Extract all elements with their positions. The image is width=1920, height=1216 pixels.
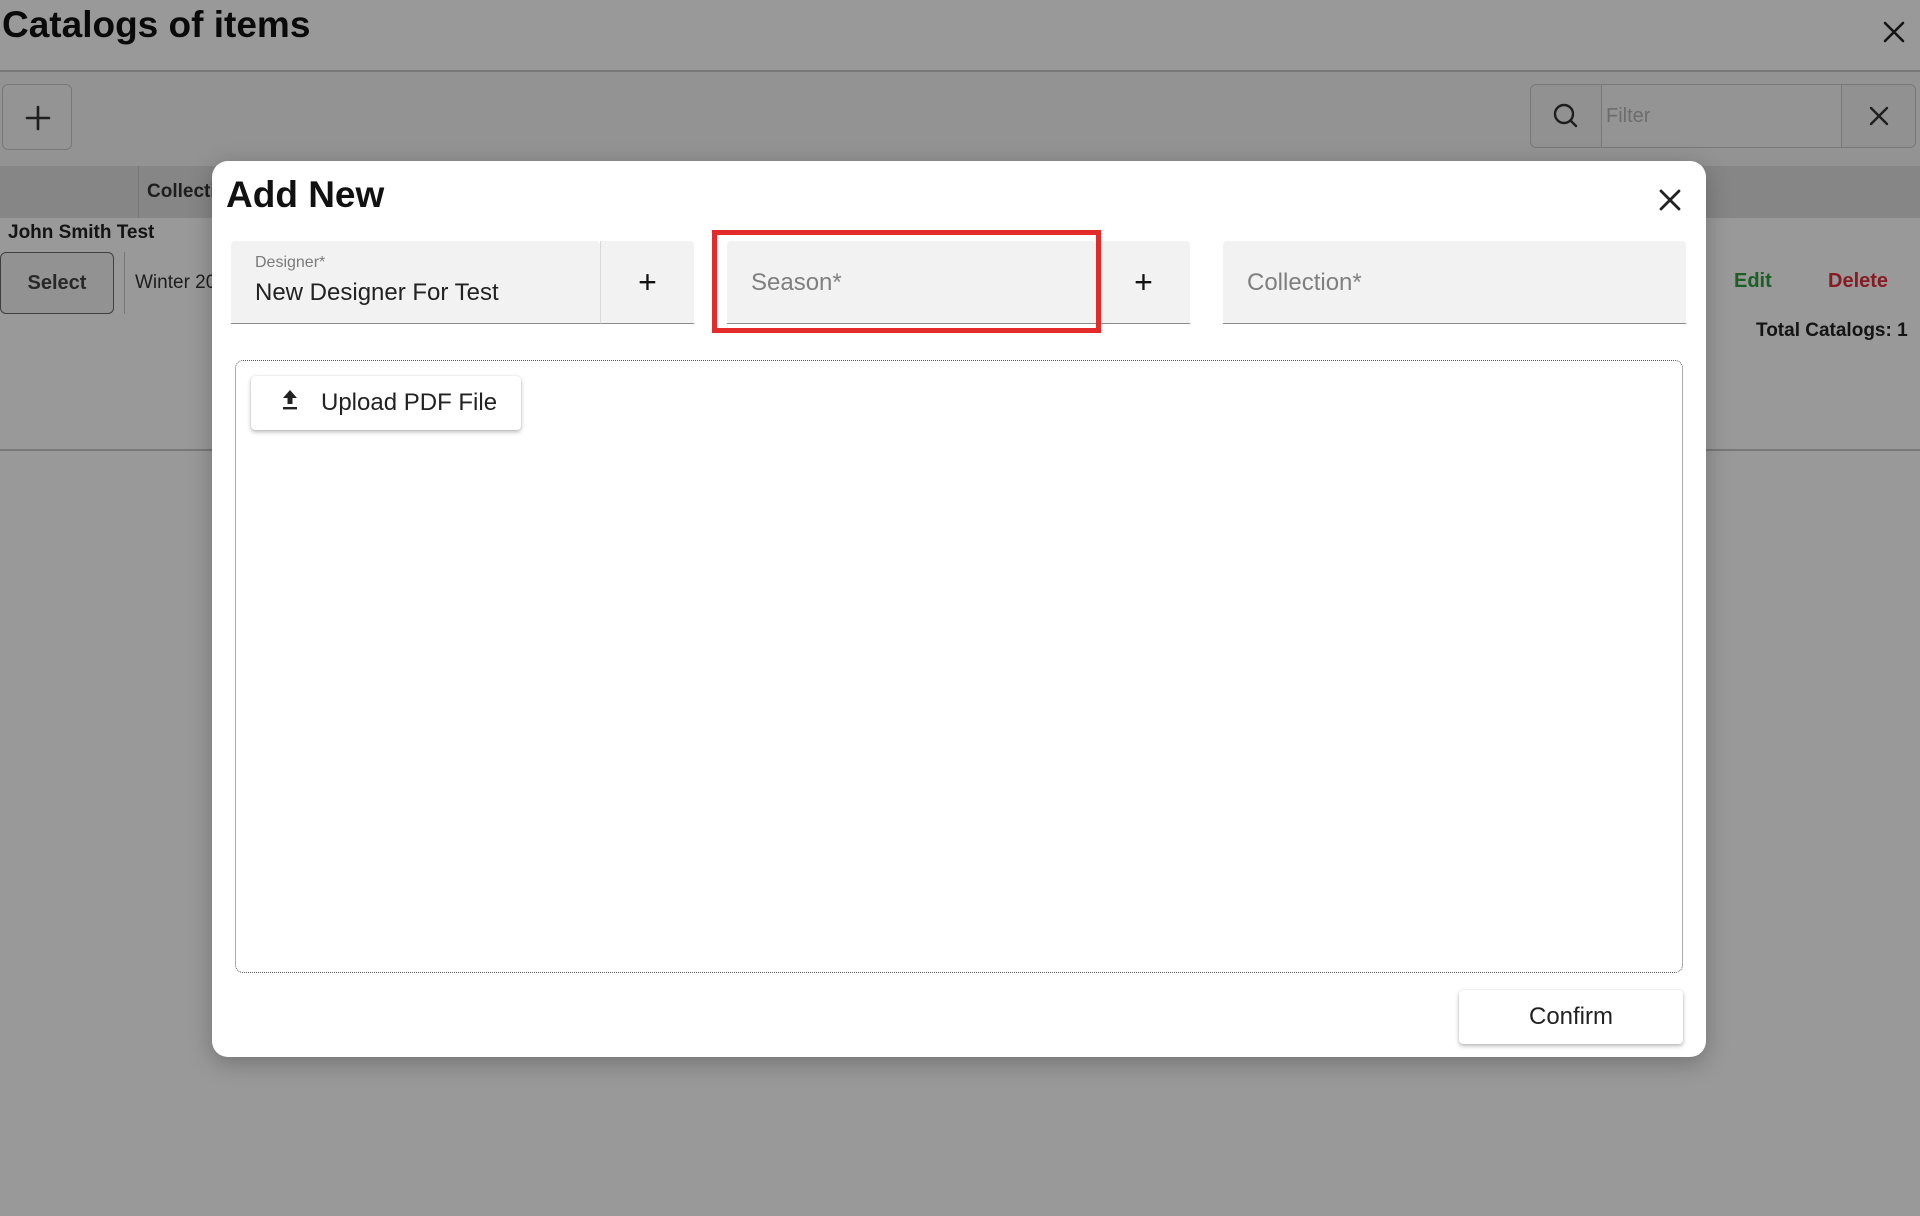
- add-season-button[interactable]: +: [1096, 241, 1190, 324]
- designer-field-label: Designer*: [255, 254, 326, 271]
- designer-field-value: New Designer For Test: [255, 279, 499, 306]
- upload-pdf-label: Upload PDF File: [321, 389, 498, 416]
- close-icon: [1659, 189, 1681, 211]
- pdf-drop-zone[interactable]: [235, 360, 1683, 973]
- upload-icon: [279, 388, 301, 412]
- dialog-title: Add New: [226, 174, 385, 215]
- dialog-close-button[interactable]: [1650, 180, 1690, 220]
- plus-icon: +: [638, 263, 657, 300]
- season-highlight: [712, 230, 1101, 333]
- plus-icon: +: [1134, 263, 1153, 300]
- add-designer-button[interactable]: +: [600, 241, 694, 324]
- designer-field[interactable]: Designer* New Designer For Test: [231, 241, 600, 324]
- collection-field[interactable]: Collection*: [1223, 241, 1686, 324]
- collection-field-placeholder: Collection*: [1247, 269, 1362, 296]
- confirm-button[interactable]: Confirm: [1459, 990, 1683, 1044]
